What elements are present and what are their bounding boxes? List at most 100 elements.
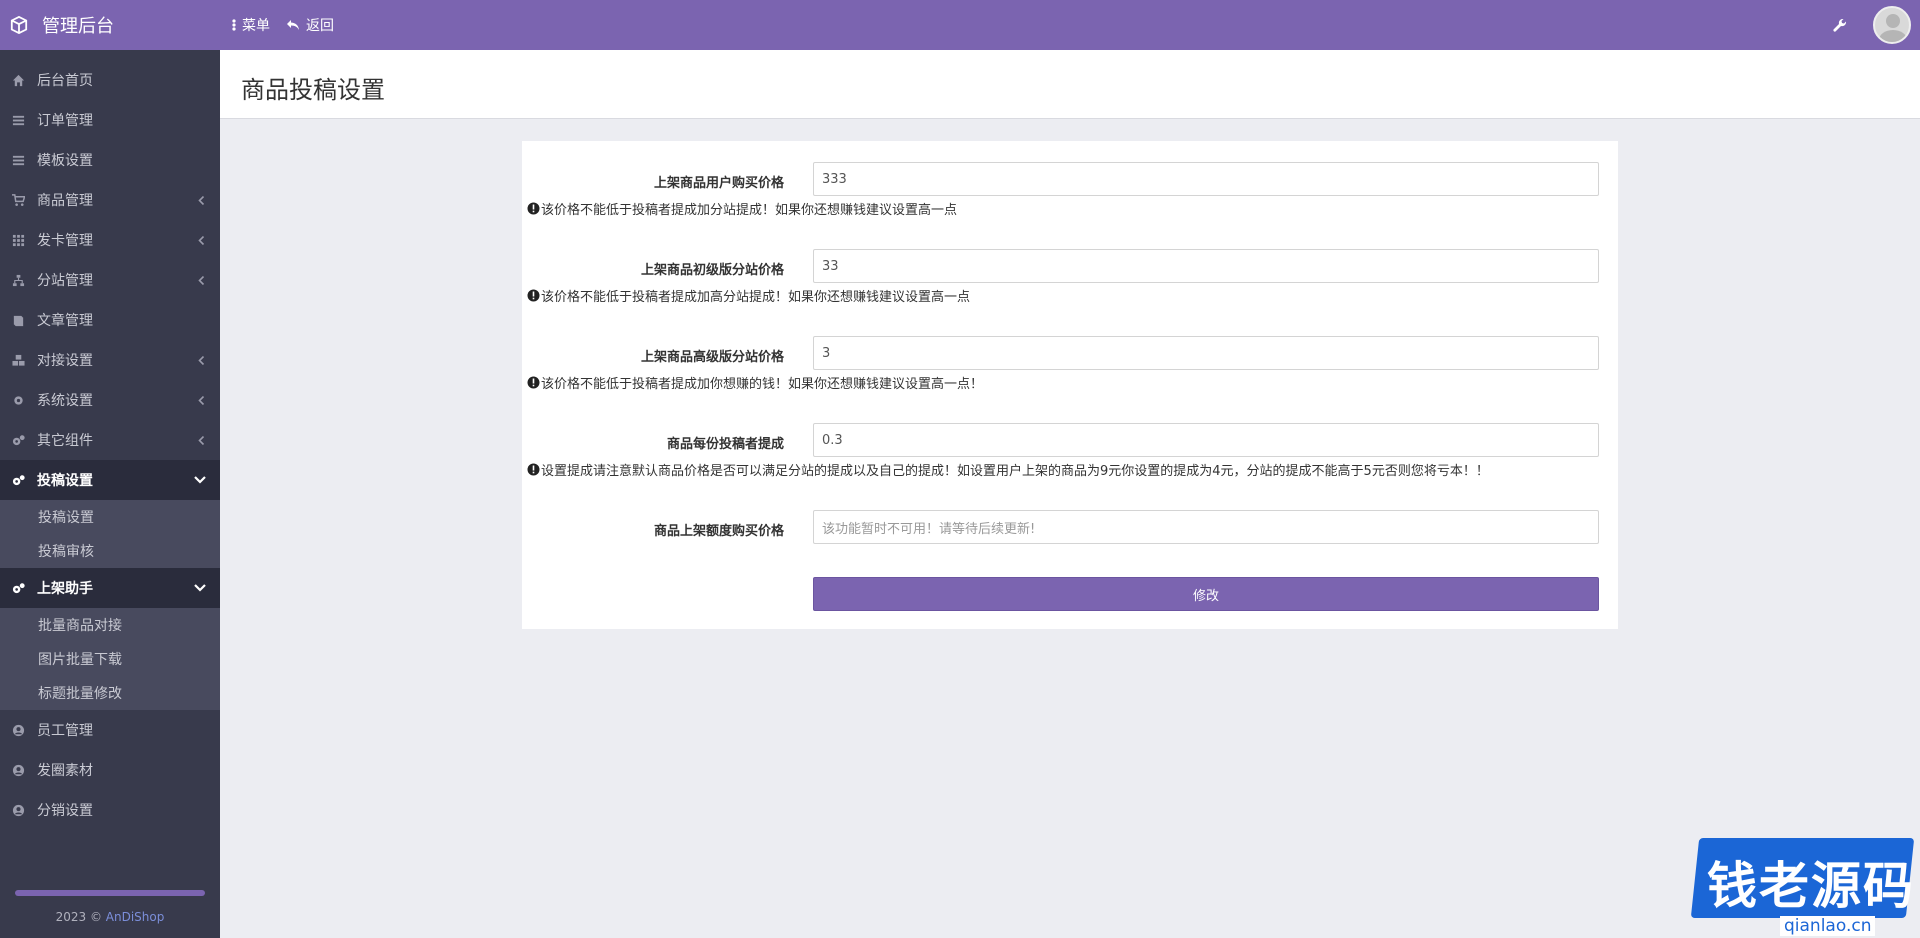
avatar-head bbox=[1886, 14, 1900, 28]
help-text: 该价格不能低于投稿者提成加你想赚的钱！如果你还想赚钱建议设置高一点！ bbox=[527, 373, 983, 392]
sidebar-item-components[interactable]: 其它组件 bbox=[0, 420, 220, 460]
back-label: 返回 bbox=[306, 18, 334, 34]
brand[interactable]: 管理后台 bbox=[0, 0, 220, 50]
chevron-down-icon bbox=[194, 476, 206, 484]
quota-price-input[interactable]: 该功能暂时不可用！请等待后续更新! bbox=[813, 510, 1599, 544]
info-circle-icon bbox=[527, 376, 540, 389]
sidebar-item-label: 其它组件 bbox=[37, 433, 93, 449]
submenu-item-batch-integration[interactable]: 批量商品对接 bbox=[0, 608, 220, 642]
user-circle-icon bbox=[12, 724, 25, 736]
chevron-left-icon bbox=[198, 436, 205, 445]
reply-icon bbox=[287, 20, 299, 30]
sidebar-item-label: 文章管理 bbox=[37, 313, 93, 329]
wrench-icon[interactable] bbox=[1832, 17, 1848, 33]
sidebar-item-products[interactable]: 商品管理 bbox=[0, 180, 220, 220]
help-text: 该价格不能低于投稿者提成加分站提成！如果你还想赚钱建议设置高一点 bbox=[527, 199, 957, 218]
help-text-content: 该价格不能低于投稿者提成加你想赚的钱！如果你还想赚钱建议设置高一点！ bbox=[541, 377, 984, 392]
chevron-left-icon bbox=[198, 396, 205, 405]
sidebar-item-orders[interactable]: 订单管理 bbox=[0, 100, 220, 140]
sidebar-item-label: 系统设置 bbox=[37, 393, 93, 409]
sidebar-item-label: 对接设置 bbox=[37, 353, 93, 369]
field-label: 上架商品初级版分站价格 bbox=[640, 263, 784, 278]
field-label: 上架商品用户购买价格 bbox=[653, 176, 784, 191]
submenu-item-batch-title-edit[interactable]: 标题批量修改 bbox=[0, 676, 220, 710]
grid-icon bbox=[12, 234, 25, 246]
avatar-body bbox=[1879, 30, 1907, 42]
field-label: 商品每份投稿者提成 bbox=[666, 437, 784, 452]
submenu-item-submission-settings[interactable]: 投稿设置 bbox=[0, 500, 220, 534]
sidebar-item-staff[interactable]: 员工管理 bbox=[0, 710, 220, 750]
sidebar-progress-bar bbox=[15, 890, 205, 896]
watermark-url: qianlao.cn bbox=[1780, 916, 1876, 936]
sidebar-item-label: 订单管理 bbox=[37, 113, 93, 129]
menu-toggle-button[interactable]: 菜单 bbox=[232, 15, 270, 35]
home-icon bbox=[12, 74, 25, 86]
sidebar-item-label: 发卡管理 bbox=[37, 233, 93, 249]
submit-button[interactable]: 修改 bbox=[813, 577, 1599, 611]
sidebar-item-distribution[interactable]: 分销设置 bbox=[0, 790, 220, 830]
sidebar-item-articles[interactable]: 文章管理 bbox=[0, 300, 220, 340]
info-circle-icon bbox=[527, 289, 540, 302]
help-text-content: 该价格不能低于投稿者提成加高分站提成！如果你还想赚钱建议设置高一点 bbox=[541, 290, 971, 305]
submenu-item-batch-image-download[interactable]: 图片批量下载 bbox=[0, 642, 220, 676]
cube-icon bbox=[10, 16, 28, 34]
gear-icon bbox=[14, 395, 23, 405]
sidebar-item-templates[interactable]: 模板设置 bbox=[0, 140, 220, 180]
watermark-logo: 钱老源码 qianlao.cn bbox=[1690, 832, 1920, 938]
sidebar-item-label: 上架助手 bbox=[37, 581, 93, 597]
user-price-input[interactable]: 333 bbox=[813, 162, 1599, 196]
help-text-content: 设置提成请注意默认商品价格是否可以满足分站的提成以及自己的提成！如设置用户上架的… bbox=[541, 464, 1489, 479]
settings-form: 上架商品用户购买价格 333 该价格不能低于投稿者提成加分站提成！如果你还想赚钱… bbox=[522, 141, 1618, 629]
list-icon bbox=[12, 115, 25, 125]
sidebar-item-substations[interactable]: 分站管理 bbox=[0, 260, 220, 300]
chevron-left-icon bbox=[198, 236, 205, 245]
help-text-content: 该价格不能低于投稿者提成加分站提成！如果你还想赚钱建议设置高一点 bbox=[541, 203, 958, 218]
submenu-listing: 批量商品对接 图片批量下载 标题批量修改 bbox=[0, 608, 220, 710]
user-circle-icon bbox=[12, 764, 25, 776]
sitemap-icon bbox=[12, 274, 25, 286]
sidebar: 后台首页 订单管理 模板设置 商品管理 发卡管理 分站管理 文章管理 对接设置 … bbox=[0, 50, 220, 938]
gears-icon bbox=[12, 582, 25, 593]
sidebar-item-integration[interactable]: 对接设置 bbox=[0, 340, 220, 380]
info-circle-icon bbox=[527, 202, 540, 215]
chevron-down-icon bbox=[194, 584, 206, 592]
dots-vertical-icon bbox=[232, 19, 236, 31]
sidebar-item-system[interactable]: 系统设置 bbox=[0, 380, 220, 420]
help-text: 该价格不能低于投稿者提成加高分站提成！如果你还想赚钱建议设置高一点 bbox=[527, 286, 970, 305]
sidebar-item-submission[interactable]: 投稿设置 bbox=[0, 460, 220, 500]
commission-input[interactable]: 0.3 bbox=[813, 423, 1599, 457]
gears-icon bbox=[12, 434, 25, 445]
sidebar-item-label: 商品管理 bbox=[37, 193, 93, 209]
watermark-text: 钱老源码 bbox=[1707, 857, 1915, 915]
sidebar-item-label: 投稿设置 bbox=[37, 473, 93, 489]
sidebar-item-listing-helper[interactable]: 上架助手 bbox=[0, 568, 220, 608]
sidebar-item-cards[interactable]: 发卡管理 bbox=[0, 220, 220, 260]
info-circle-icon bbox=[527, 463, 540, 476]
sidebar-item-label: 发圈素材 bbox=[37, 763, 93, 779]
submenu-submission: 投稿设置 投稿审核 bbox=[0, 500, 220, 568]
gears-icon bbox=[12, 474, 25, 485]
top-bar: 管理后台 菜单 返回 bbox=[0, 0, 1920, 50]
field-label: 上架商品高级版分站价格 bbox=[640, 350, 784, 365]
copyright-link[interactable]: AnDiShop bbox=[106, 910, 165, 924]
app-title: 管理后台 bbox=[42, 16, 114, 37]
book-icon bbox=[13, 315, 24, 326]
senior-price-input[interactable]: 3 bbox=[813, 336, 1599, 370]
menu-label: 菜单 bbox=[242, 18, 270, 34]
copyright: 2023 © AnDiShop bbox=[0, 910, 220, 924]
sidebar-item-moments[interactable]: 发圈素材 bbox=[0, 750, 220, 790]
back-button[interactable]: 返回 bbox=[286, 15, 334, 35]
user-circle-icon bbox=[12, 804, 25, 816]
sidebar-item-label: 后台首页 bbox=[37, 73, 93, 89]
page-header: 商品投稿设置 bbox=[220, 50, 1920, 119]
junior-price-input[interactable]: 33 bbox=[813, 249, 1599, 283]
sidebar-item-label: 分站管理 bbox=[37, 273, 93, 289]
user-avatar[interactable] bbox=[1873, 6, 1911, 44]
sidebar-item-home[interactable]: 后台首页 bbox=[0, 60, 220, 100]
field-label: 商品上架额度购买价格 bbox=[653, 524, 784, 539]
submenu-item-submission-review[interactable]: 投稿审核 bbox=[0, 534, 220, 568]
sidebar-item-label: 员工管理 bbox=[37, 723, 93, 739]
chevron-left-icon bbox=[198, 196, 205, 205]
copyright-prefix: 2023 © bbox=[55, 910, 106, 924]
list-icon bbox=[12, 155, 25, 165]
